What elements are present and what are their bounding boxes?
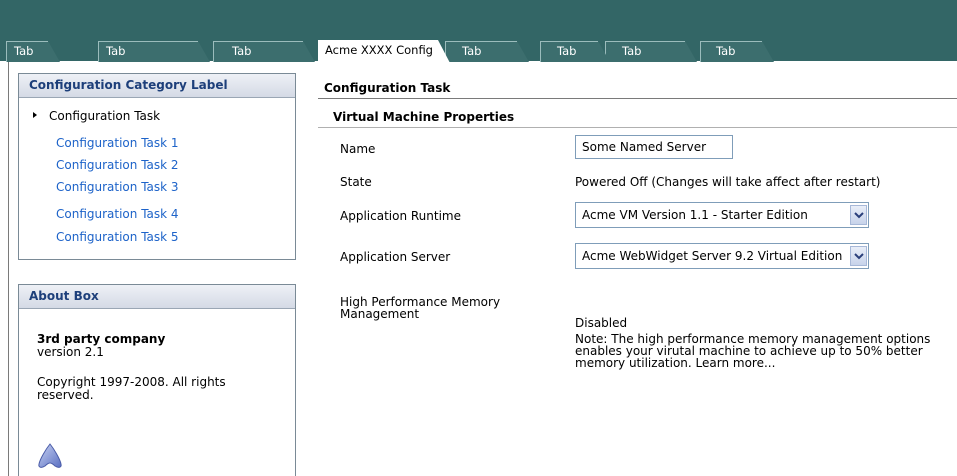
runtime-select[interactable]: Acme VM Version 1.1 - Starter Edition (575, 202, 869, 228)
state-value: Powered Off (Changes will take affect af… (575, 175, 881, 189)
about-version: version 2.1 (37, 345, 104, 359)
tab-acme-config-label: Acme XXXX Config (325, 43, 433, 57)
state-label: State (340, 175, 372, 189)
tab-3[interactable]: Tab (213, 41, 315, 62)
current-task[interactable]: Configuration Task (33, 109, 160, 123)
tab-6-label: Tab (557, 44, 577, 58)
left-rail (0, 62, 9, 476)
title-divider (318, 98, 957, 99)
tab-3-label: Tab (232, 44, 252, 58)
tab-7[interactable]: Tab (605, 41, 697, 62)
tab-2-label: Tab (106, 44, 126, 58)
server-select[interactable]: Acme WebWidget Server 9.2 Virtual Editio… (575, 243, 869, 269)
tab-8-label: Tab (716, 44, 736, 58)
runtime-select-value: Acme VM Version 1.1 - Starter Edition (582, 208, 808, 222)
about-panel: About Box 3rd party company version 2.1 … (18, 284, 296, 476)
about-panel-title: About Box (19, 285, 295, 309)
category-panel-title: Configuration Category Label (19, 74, 295, 98)
about-copyright: Copyright 1997-2008. All rights reserved… (37, 375, 226, 402)
memory-label: High Performance Memory Management (340, 295, 501, 321)
tab-6[interactable]: Tab (540, 41, 610, 62)
tab-acme-config[interactable]: Acme XXXX Config (318, 40, 450, 63)
section-title: Virtual Machine Properties (333, 110, 515, 124)
tab-5[interactable]: Tab (445, 41, 529, 62)
task-link-5[interactable]: Configuration Task 5 (56, 230, 179, 244)
memory-value: Disabled (575, 316, 628, 330)
chevron-down-icon[interactable] (850, 205, 867, 225)
task-link-1[interactable]: Configuration Task 1 (56, 136, 179, 150)
tab-1-label: Tab (14, 44, 34, 58)
tab-1[interactable]: Tab (6, 41, 60, 62)
task-link-3[interactable]: Configuration Task 3 (56, 180, 179, 194)
page-title: Configuration Task (324, 81, 451, 95)
tab-7-label: Tab (622, 44, 642, 58)
runtime-label: Application Runtime (340, 209, 461, 223)
task-link-4[interactable]: Configuration Task 4 (56, 207, 179, 221)
tab-5-label: Tab (462, 44, 482, 58)
current-task-label: Configuration Task (49, 109, 161, 123)
server-select-value: Acme WebWidget Server 9.2 Virtual Editio… (582, 249, 843, 263)
server-label: Application Server (340, 250, 451, 264)
task-link-2[interactable]: Configuration Task 2 (56, 158, 179, 172)
name-label: Name (340, 142, 376, 156)
about-company: 3rd party company (37, 332, 166, 346)
category-panel: Configuration Category Label Configurati… (18, 73, 296, 260)
name-input[interactable] (575, 135, 733, 159)
tab-8[interactable]: Tab (700, 41, 774, 62)
chevron-down-icon[interactable] (850, 246, 867, 266)
memory-note: Note: The high performance memory manage… (575, 332, 931, 370)
section-divider (318, 127, 957, 128)
tab-2[interactable]: Tab (98, 41, 210, 62)
bullet-arrow-icon (33, 112, 37, 118)
company-logo-icon (37, 443, 63, 472)
